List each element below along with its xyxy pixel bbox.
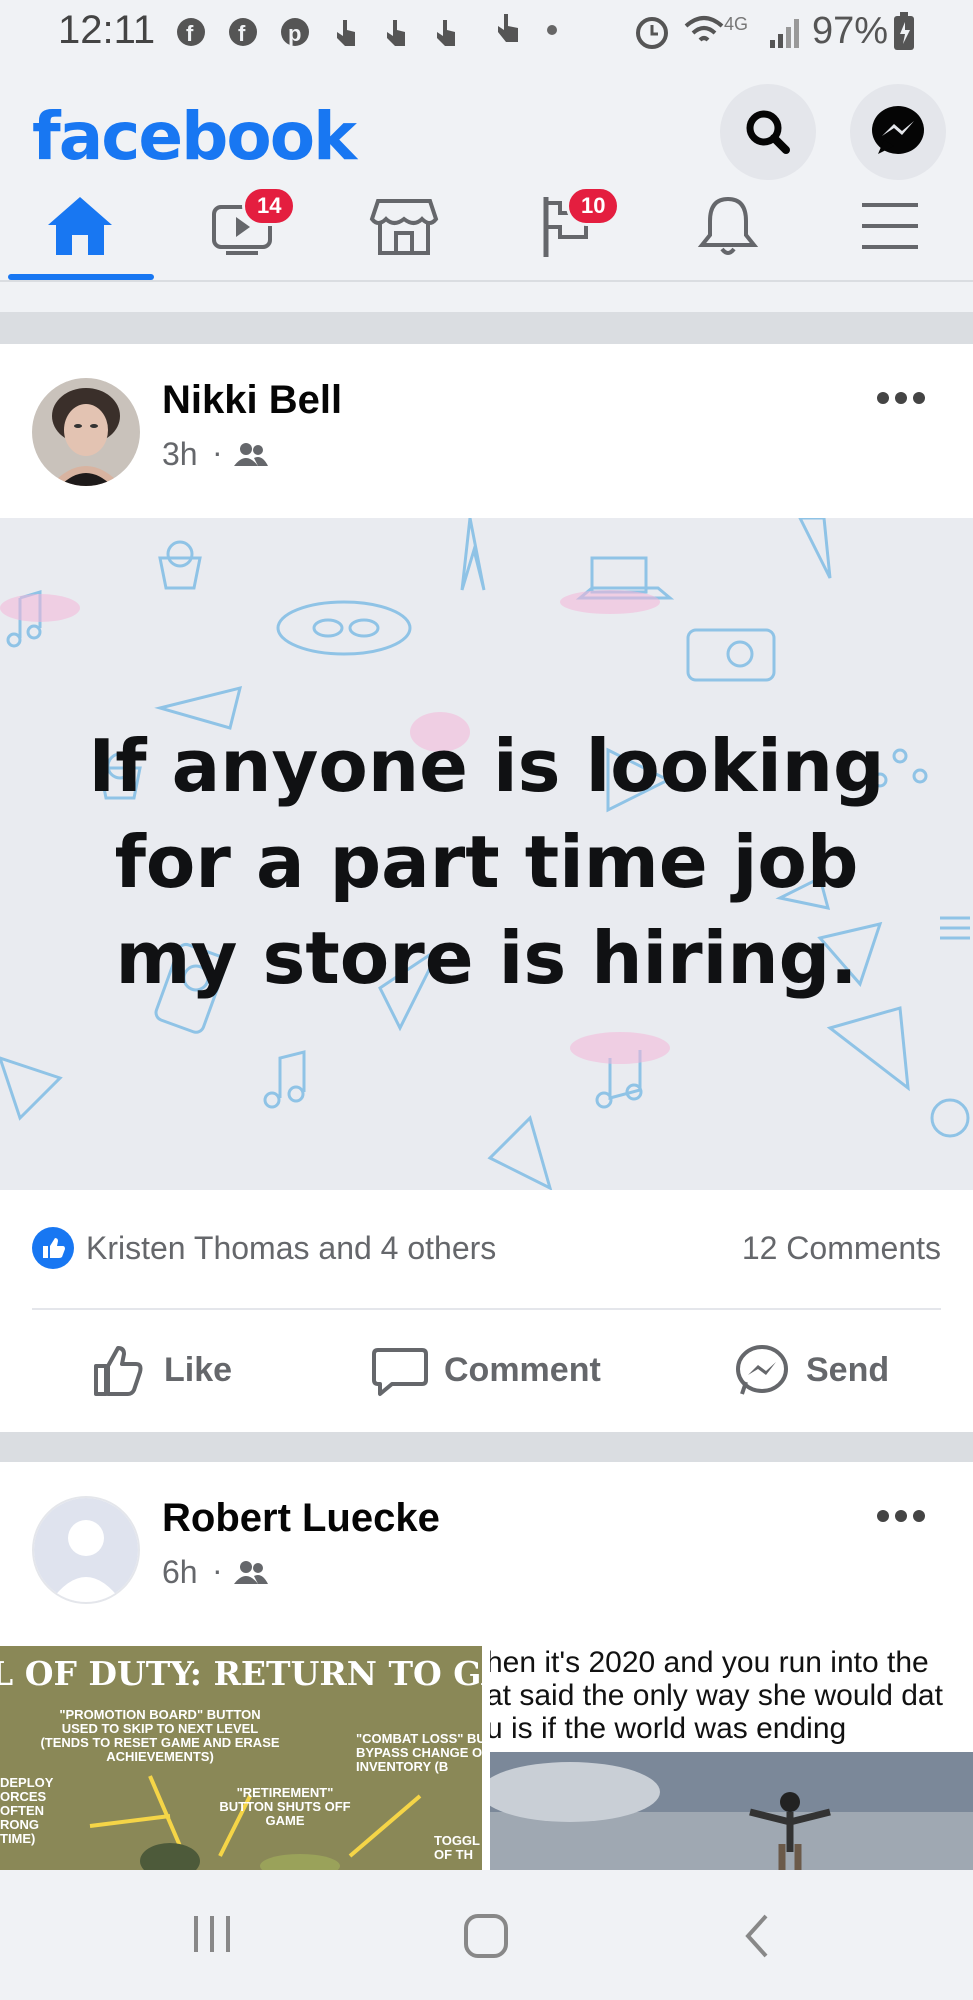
meme-label: "COMBAT LOSS" BU BYPASS CHANGE O INVENTO… bbox=[356, 1731, 482, 1774]
avatar[interactable] bbox=[32, 1496, 140, 1604]
post-time[interactable]: 3h bbox=[162, 436, 198, 473]
facebook-logo[interactable]: facebook bbox=[32, 98, 357, 175]
battery-charging-icon bbox=[894, 12, 914, 50]
hamburger-menu-icon bbox=[862, 203, 918, 249]
post-text: If anyone is looking for a part time job… bbox=[88, 724, 885, 1000]
messenger-send-icon bbox=[736, 1345, 788, 1395]
alarm-icon bbox=[636, 17, 668, 49]
home-icon bbox=[48, 197, 112, 255]
reactions-summary[interactable]: Kristen Thomas and 4 others bbox=[86, 1230, 496, 1267]
like-button[interactable]: Like bbox=[92, 1330, 232, 1410]
status-time: 12:11 bbox=[58, 8, 156, 52]
post-author[interactable]: Nikki Bell bbox=[162, 378, 342, 423]
messenger-button[interactable] bbox=[850, 84, 946, 180]
post-author[interactable]: Robert Luecke bbox=[162, 1496, 440, 1541]
caption-line: hen it's 2020 and you run into the bbox=[490, 1646, 929, 1679]
home-button-icon[interactable] bbox=[462, 1912, 510, 1960]
tab-pages[interactable]: 10 bbox=[486, 174, 646, 278]
pages-badge: 10 bbox=[566, 186, 621, 226]
meme-title: L OF DUTY: RETURN TO GARR bbox=[0, 1654, 482, 1693]
app-header: facebook 14 10 bbox=[0, 56, 973, 282]
search-button[interactable] bbox=[720, 84, 816, 180]
tab-notifications[interactable] bbox=[648, 174, 808, 278]
search-icon bbox=[746, 110, 790, 154]
system-navigation-bar bbox=[0, 1870, 973, 2000]
signal-icon bbox=[770, 19, 799, 48]
notification-icons: f f p bbox=[175, 14, 475, 58]
friends-icon bbox=[234, 443, 268, 466]
network-type: 4G bbox=[724, 14, 749, 34]
street-photo bbox=[490, 1752, 973, 1870]
more-options-icon[interactable] bbox=[876, 1508, 926, 1524]
post-time[interactable]: 6h bbox=[162, 1554, 198, 1591]
reactions-row: Kristen Thomas and 4 others 12 Comments bbox=[32, 1218, 941, 1278]
like-label: Like bbox=[164, 1350, 233, 1389]
meta-separator: · bbox=[212, 1552, 223, 1588]
meme-image-left[interactable]: L OF DUTY: RETURN TO GARR "PROMOTION BOA… bbox=[0, 1646, 482, 1870]
meme-image-right[interactable]: hen it's 2020 and you run into the at sa… bbox=[490, 1646, 973, 1870]
profile-photo bbox=[32, 378, 140, 486]
meme-label: DEPLOY ORCES OFTEN RONG TIME) bbox=[0, 1775, 54, 1846]
meme-label: TOGGL OF TH bbox=[434, 1833, 480, 1862]
meta-separator: · bbox=[212, 434, 223, 470]
wifi-icon bbox=[684, 16, 724, 42]
feed-separator bbox=[0, 312, 973, 344]
watch-badge: 14 bbox=[242, 186, 297, 226]
svg-text:p: p bbox=[288, 21, 309, 46]
comment-icon bbox=[372, 1348, 428, 1396]
svg-text:f: f bbox=[186, 21, 201, 46]
more-options-icon[interactable] bbox=[876, 390, 926, 406]
tab-marketplace[interactable] bbox=[324, 174, 484, 278]
send-button[interactable]: Send bbox=[734, 1330, 889, 1410]
comments-count[interactable]: 12 Comments bbox=[742, 1230, 941, 1267]
default-avatar-icon bbox=[34, 1498, 138, 1602]
divider bbox=[32, 1308, 941, 1310]
thumbs-up-icon bbox=[94, 1346, 143, 1396]
tab-watch[interactable]: 14 bbox=[162, 174, 322, 278]
tab-home[interactable] bbox=[0, 174, 160, 278]
caption-line: at said the only way she would dat bbox=[490, 1679, 943, 1712]
comment-button[interactable]: Comment bbox=[372, 1330, 601, 1410]
post-background[interactable]: If anyone is looking for a part time job… bbox=[0, 518, 973, 1190]
send-label: Send bbox=[806, 1350, 890, 1389]
touch-icon bbox=[498, 14, 518, 42]
battery-percent: 97% bbox=[812, 10, 889, 52]
meme-label: "PROMOTION BOARD" BUTTON USED TO SKIP TO… bbox=[40, 1707, 280, 1764]
messenger-icon bbox=[872, 106, 924, 154]
back-icon[interactable] bbox=[742, 1912, 772, 1960]
meme-caption: hen it's 2020 and you run into the at sa… bbox=[490, 1646, 943, 1745]
marketplace-icon bbox=[369, 199, 439, 255]
status-bar: 12:11 f f p 4G 97% bbox=[0, 0, 973, 64]
dot-icon bbox=[547, 25, 557, 35]
bell-icon bbox=[697, 196, 759, 255]
meme-label: "RETIREMENT" BUTTON SHUTS OFF GAME bbox=[219, 1785, 351, 1828]
feed-separator bbox=[0, 1432, 973, 1462]
tab-menu[interactable] bbox=[810, 174, 970, 278]
avatar[interactable] bbox=[32, 378, 140, 486]
svg-text:f: f bbox=[238, 21, 253, 46]
like-reaction-icon bbox=[32, 1227, 74, 1269]
active-tab-indicator bbox=[8, 274, 154, 280]
comment-label: Comment bbox=[444, 1350, 601, 1389]
recent-apps-icon[interactable] bbox=[190, 1912, 234, 1956]
friends-icon bbox=[234, 1561, 268, 1584]
caption-line: u is if the world was ending bbox=[490, 1712, 847, 1745]
